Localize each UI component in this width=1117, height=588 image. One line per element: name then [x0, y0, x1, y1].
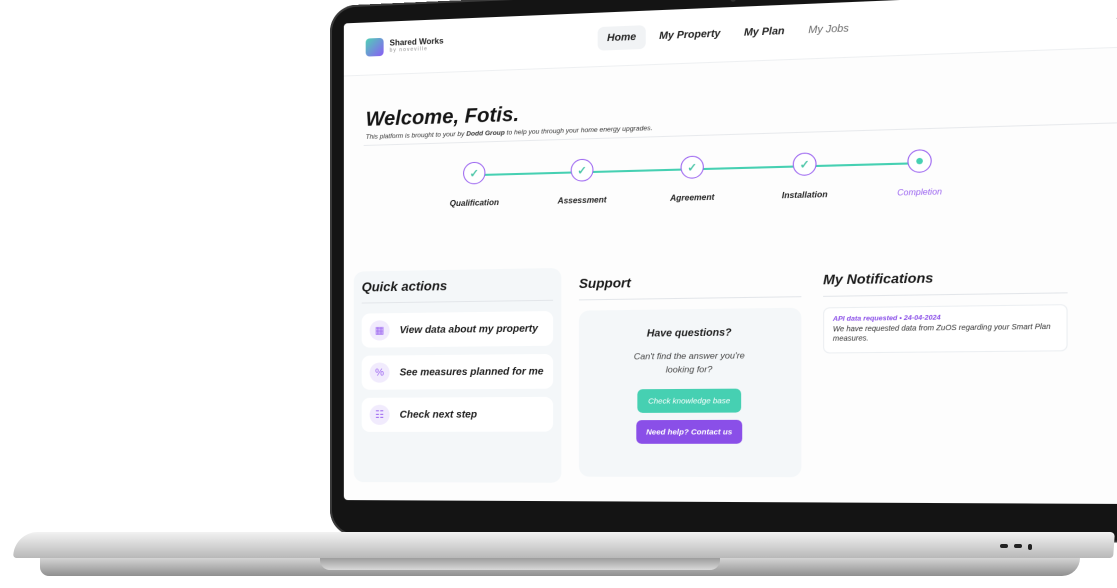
nav-tab-my-plan[interactable]: My Plan [734, 19, 794, 45]
step-label: Completion [897, 187, 942, 198]
step-label: Installation [781, 189, 828, 201]
step-qualification: ✓ Qualification [429, 161, 520, 209]
headphone-port [1028, 544, 1032, 550]
usb-port [1014, 544, 1022, 548]
notifications-panel: My Notifications API data requested • 24… [823, 267, 1068, 354]
quick-action-next-step[interactable]: ☷ Check next step [361, 396, 554, 432]
usb-port [1000, 544, 1008, 548]
progress-stepper: ✓ Qualification ✓ Assessment ✓ Agreement… [450, 149, 942, 234]
percent-icon: % [369, 362, 390, 383]
quick-action-view-property[interactable]: ▦ View data about my property [361, 311, 554, 348]
step-installation: ✓ Installation [756, 151, 853, 201]
check-icon: ✓ [570, 158, 594, 182]
nav-tab-my-jobs[interactable]: My Jobs [799, 16, 859, 43]
support-title: Support [578, 272, 802, 301]
nav-tab-home[interactable]: Home [597, 25, 646, 51]
building-icon: ▦ [369, 320, 390, 341]
quick-actions-panel: Quick actions ▦ View data about my prope… [353, 267, 562, 483]
step-completion: Completion [870, 148, 970, 198]
laptop-lid: Shared Works by noveville Home My Proper… [330, 0, 1117, 544]
step-label: Qualification [449, 197, 499, 209]
notifications-title: My Notifications [823, 267, 1068, 297]
step-assessment: ✓ Assessment [536, 158, 629, 207]
quick-action-label: Check next step [399, 408, 478, 421]
quick-actions-title: Quick actions [361, 276, 554, 304]
base-deck [13, 532, 1115, 558]
contact-us-button[interactable]: Need help? Contact us [636, 419, 742, 444]
logo-icon [365, 37, 384, 57]
support-card-body: Can't find the answer you're looking for… [633, 350, 745, 375]
base-notch [320, 558, 720, 570]
app-header: Shared Works by noveville Home My Proper… [343, 0, 1117, 77]
check-icon: ✓ [680, 155, 704, 179]
knowledge-base-button[interactable]: Check knowledge base [637, 388, 741, 413]
step-label: Assessment [557, 195, 607, 206]
quick-action-label: See measures planned for me [399, 365, 544, 379]
company-name: Dodd Group [466, 129, 505, 138]
welcome-section: Welcome, Fotis. This platform is brought… [366, 99, 653, 141]
sitemap-icon: ☷ [369, 404, 390, 425]
support-panel: Support Have questions? Can't find the a… [578, 272, 802, 478]
step-label: Agreement [670, 192, 715, 203]
notification-heading: API data requested • 24-04-2024 [832, 314, 941, 324]
nav-tab-my-property[interactable]: My Property [650, 22, 730, 49]
notification-item[interactable]: API data requested • 24-04-2024 We have … [823, 304, 1068, 354]
main-nav: Home My Property My Plan My Jobs [597, 16, 859, 51]
check-icon: ✓ [792, 152, 817, 177]
quick-action-see-measures[interactable]: % See measures planned for me [361, 353, 554, 390]
current-step-icon [907, 149, 932, 174]
support-card-title: Have questions? [646, 327, 732, 340]
support-card: Have questions? Can't find the answer yo… [578, 307, 802, 478]
webcam [730, 0, 736, 2]
notification-body: We have requested data from ZuOS regardi… [832, 323, 1051, 344]
check-icon: ✓ [463, 161, 486, 185]
app-logo[interactable]: Shared Works by noveville [365, 35, 444, 57]
laptop-screen: Shared Works by noveville Home My Proper… [343, 0, 1117, 505]
quick-action-label: View data about my property [399, 322, 538, 336]
step-agreement: ✓ Agreement [645, 154, 740, 203]
logo-subtitle: by noveville [389, 46, 428, 54]
laptop-base [0, 522, 1117, 586]
